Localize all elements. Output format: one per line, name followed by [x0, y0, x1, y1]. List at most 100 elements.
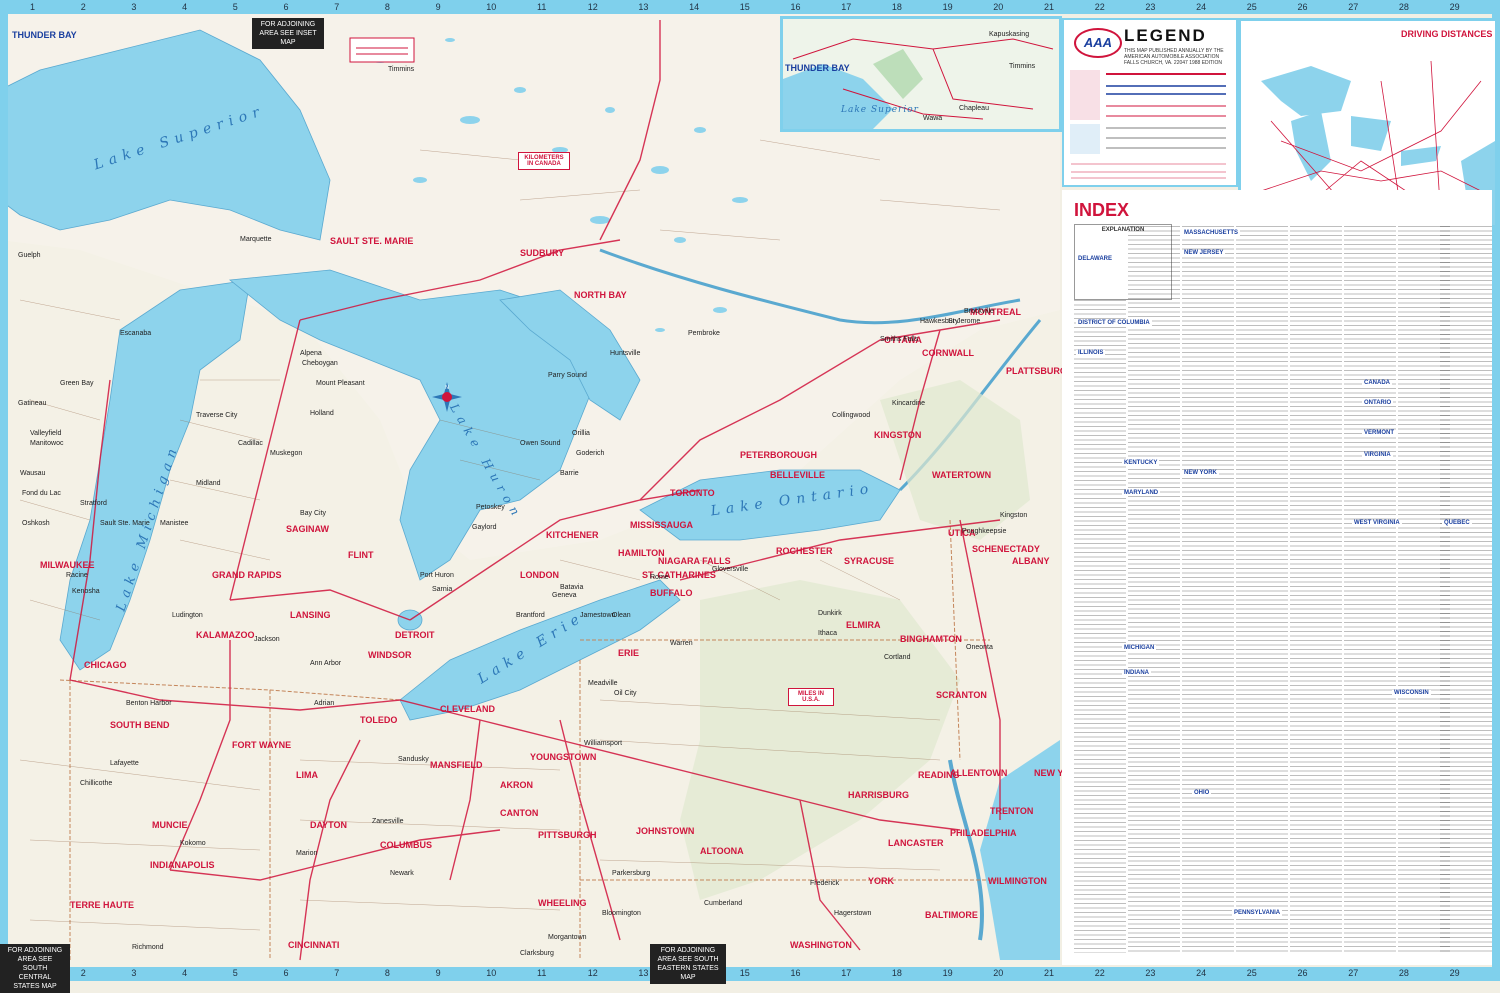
grid-number: 12	[587, 2, 598, 12]
index-column	[1074, 300, 1126, 953]
grid-number: 24	[1196, 2, 1207, 12]
town-label: Bay City	[300, 510, 327, 517]
town-label: St-Jerome	[948, 318, 981, 325]
city-label: WATERTOWN	[932, 470, 992, 480]
city-label: SCRANTON	[936, 690, 987, 700]
index-section-head: OHIO	[1192, 790, 1212, 796]
town-label: Green Bay	[60, 380, 94, 387]
city-label: CLEVELAND	[440, 704, 496, 714]
town-label: Gloversville	[712, 566, 749, 573]
grid-number: 5	[232, 968, 238, 978]
grid-number: 19	[942, 968, 953, 978]
city-label: NORTH BAY	[574, 290, 627, 300]
city-label: THUNDER BAY	[12, 30, 77, 40]
index-section-head: MARYLAND	[1122, 490, 1161, 496]
bottom-frame	[0, 967, 1500, 981]
town-label: Ann Arbor	[310, 660, 342, 667]
driving-distances-title: DRIVING DISTANCES	[1401, 29, 1493, 39]
compass-rose-icon: N	[432, 382, 462, 412]
grid-number: 17	[841, 2, 852, 12]
grid-number: 16	[790, 968, 801, 978]
town-label: Gaylord	[472, 524, 497, 531]
index-section-head: QUEBEC	[1442, 520, 1472, 526]
index-column	[1236, 226, 1288, 953]
city-label: BINGHAMTON	[900, 634, 962, 644]
grid-number: 3	[131, 968, 137, 978]
index-section-head: MASSACHUSETTS	[1182, 230, 1241, 236]
city-label: YOUNGSTOWN	[530, 752, 597, 762]
index-column	[1440, 226, 1492, 953]
legend-title: LEGEND	[1124, 26, 1207, 45]
grid-number: 15	[739, 968, 750, 978]
city-label: WHEELING	[538, 898, 587, 908]
town-label: Sarnia	[432, 586, 453, 593]
city-label: PETERBOROUGH	[740, 450, 818, 460]
city-label: ELMIRA	[846, 620, 881, 630]
grid-number: 13	[638, 2, 649, 12]
town-label: Cadillac	[238, 440, 263, 447]
grid-number: 22	[1094, 2, 1105, 12]
town-label: Brantford	[516, 612, 545, 619]
grid-number: 27	[1348, 968, 1359, 978]
city-label: FLINT	[348, 550, 374, 560]
town-label: Benton Harbor	[126, 700, 172, 707]
town-label: Valleyfield	[30, 430, 62, 437]
city-label: KINGSTON	[874, 430, 922, 440]
grid-number: 2	[80, 968, 86, 978]
inset-label-kapuskasing: Kapuskasing	[989, 31, 1030, 38]
city-label: CINCINNATI	[288, 940, 340, 950]
grid-number: 23	[1145, 2, 1156, 12]
inset-label-thunder-bay: THUNDER BAY	[785, 63, 850, 73]
city-label: SAULT STE. MARIE	[330, 236, 414, 246]
city-label: HARRISBURG	[848, 790, 910, 800]
grid-number: 10	[486, 2, 497, 12]
index-section-head: NEW YORK	[1182, 470, 1219, 476]
city-label: SOUTH BEND	[110, 720, 170, 730]
inset-label-lake-superior: Lake Superior	[841, 105, 919, 115]
town-label: Fond du Lac	[22, 490, 61, 497]
town-label: Jamestown	[580, 612, 616, 619]
index-section-head: ILLINOIS	[1076, 350, 1106, 356]
town-label: Ithaca	[818, 630, 838, 637]
town-label: Manitowoc	[30, 440, 64, 447]
town-label: Morgantown	[548, 934, 587, 941]
city-label: CHICAGO	[84, 660, 127, 670]
city-label: DETROIT	[395, 630, 435, 640]
index-section-head: VERMONT	[1362, 430, 1396, 436]
town-label: Alpena	[300, 350, 322, 357]
grid-number: 18	[891, 2, 902, 12]
town-label: Oshkosh	[22, 520, 50, 527]
grid-number: 18	[891, 968, 902, 978]
city-label: MANSFIELD	[430, 760, 483, 770]
index-section-head: WISCONSIN	[1392, 690, 1431, 696]
town-label: Smiths Falls	[880, 336, 919, 343]
adjoining-area-bottom-left: FOR ADJOINING AREA SEE SOUTH CENTRAL STA…	[0, 944, 70, 993]
town-label: Petoskey	[476, 504, 505, 511]
town-label: Wausau	[20, 470, 46, 477]
grid-number: 11	[537, 968, 547, 978]
inset-map: THUNDER BAY Lake Superior Kapuskasing Ti…	[780, 16, 1062, 132]
city-label: ROCHESTER	[776, 546, 833, 556]
legend-symbols	[1070, 70, 1226, 179]
town-label: Geneva	[552, 592, 577, 599]
town-label: Chillicothe	[80, 780, 113, 787]
grid-number: 6	[283, 968, 289, 978]
town-label: Dunkirk	[818, 610, 842, 617]
left-frame	[0, 0, 8, 981]
adjoining-area-bottom-mid: FOR ADJOINING AREA SEE SOUTH EASTERN STA…	[650, 944, 726, 984]
town-label: Kingston	[1000, 512, 1028, 519]
town-label: Batavia	[560, 584, 584, 591]
index-section-head: VIRGINIA	[1362, 452, 1393, 458]
city-label: NIAGARA FALLS	[658, 556, 731, 566]
town-label: Marion	[296, 850, 318, 857]
grid-number: 5	[232, 2, 238, 12]
grid-number: 23	[1145, 968, 1156, 978]
city-label: SCHENECTADY	[972, 544, 1040, 554]
town-label: Meadville	[588, 680, 618, 687]
town-label: Kokomo	[180, 840, 206, 847]
index-column	[1128, 226, 1180, 953]
inset-label-timmins: Timmins	[1009, 63, 1036, 70]
town-label: Parry Sound	[548, 372, 587, 379]
town-label: Stratford	[80, 500, 107, 507]
town-label: Owen Sound	[520, 440, 561, 447]
